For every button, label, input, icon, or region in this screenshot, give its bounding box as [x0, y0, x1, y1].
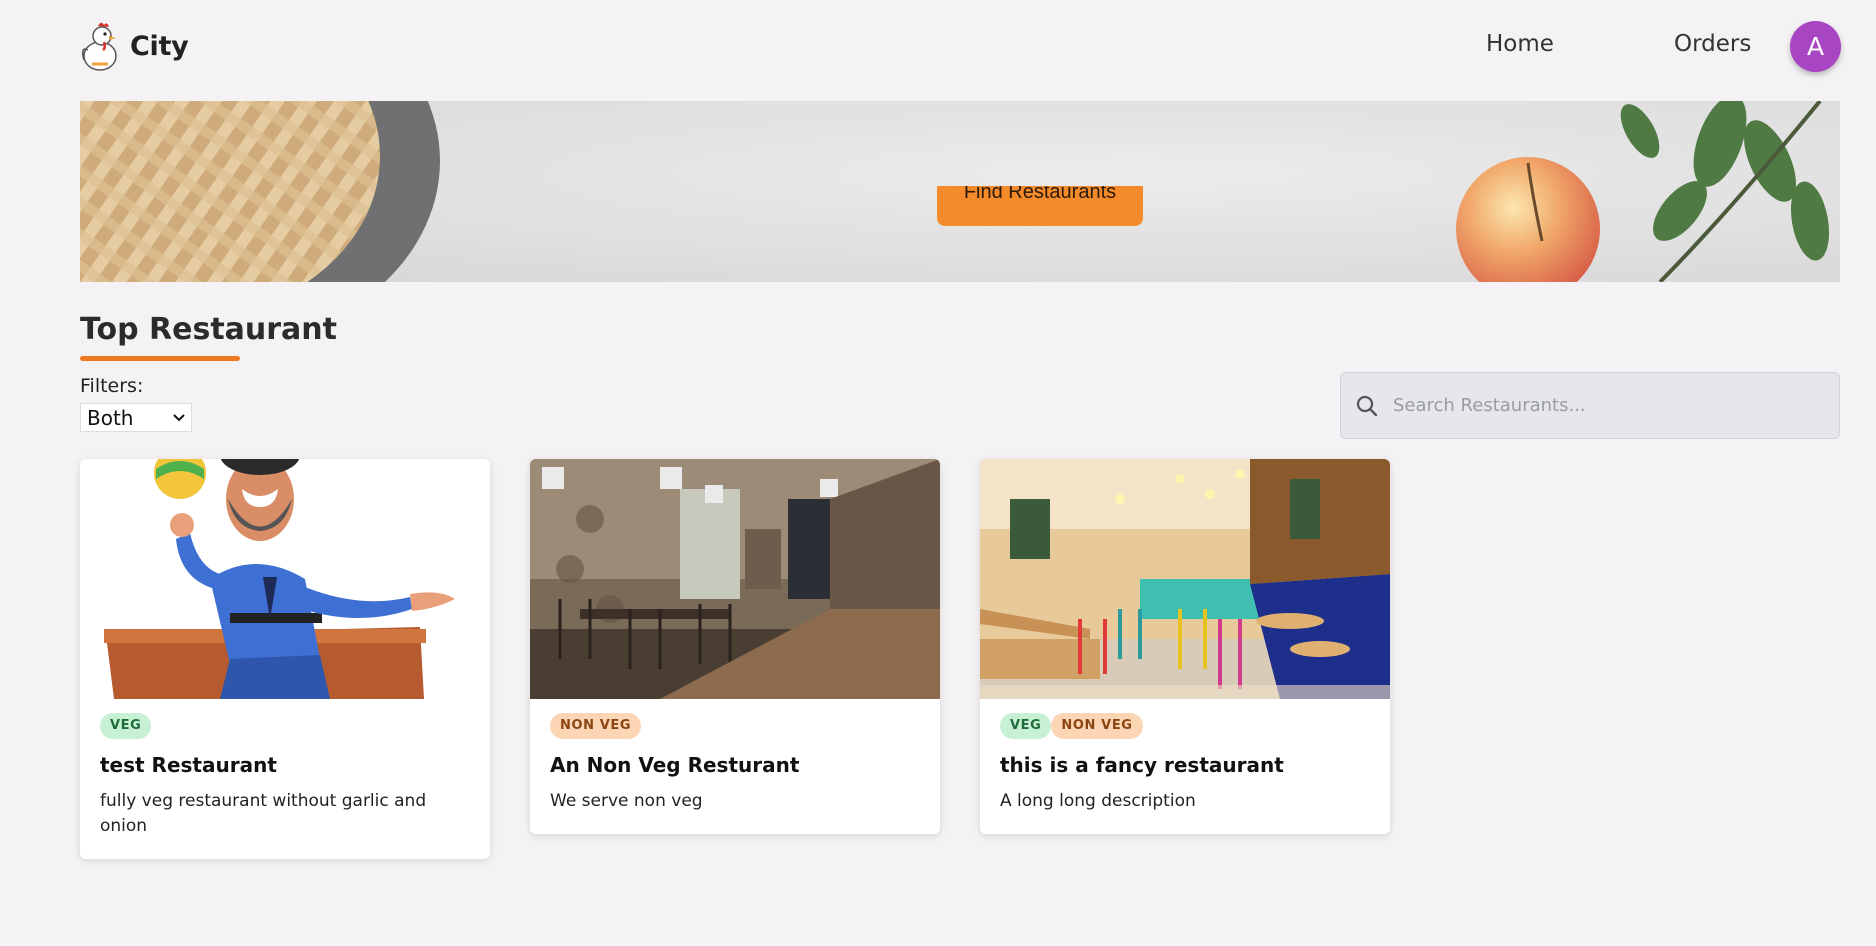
restaurant-card[interactable]: VEG NON VEG this is a fancy restaurant A… [980, 459, 1390, 834]
diet-tags: VEG NON VEG [1000, 713, 1370, 739]
app-name: City [130, 30, 189, 62]
restaurant-description: A long long description [1000, 791, 1196, 811]
non-veg-tag: NON VEG [550, 713, 642, 739]
chicken-mascot-icon [81, 22, 117, 71]
nav-orders-link[interactable]: Orders [1674, 31, 1751, 57]
filter-selected-value: Both [87, 405, 134, 430]
top-navbar: City Home Orders A [0, 0, 1876, 96]
chevron-down-icon [173, 413, 185, 421]
search-input[interactable] [1393, 395, 1813, 416]
restaurant-image [530, 459, 940, 699]
app-logo[interactable]: City [78, 20, 189, 72]
user-avatar[interactable]: A [1790, 21, 1841, 72]
diet-tags: NON VEG [550, 713, 920, 739]
section-title-underline [80, 356, 240, 361]
veg-tag: VEG [100, 713, 152, 739]
filters-label: Filters: [80, 375, 144, 397]
non-veg-tag: NON VEG [1051, 713, 1143, 739]
filter-select[interactable]: Both [80, 403, 192, 432]
restaurant-description: fully veg restaurant without garlic and … [100, 791, 427, 836]
restaurant-card[interactable]: VEG test Restaurant fully veg restaurant… [80, 459, 490, 859]
restaurant-name: An Non Veg Resturant [550, 753, 800, 777]
search-bar [1340, 372, 1840, 439]
restaurant-name: test Restaurant [100, 753, 277, 777]
restaurant-image [80, 459, 490, 699]
restaurant-name: this is a fancy restaurant [1000, 753, 1284, 777]
find-restaurants-label: Find Restaurants [963, 186, 1117, 203]
find-restaurants-button[interactable]: Find Restaurants [937, 186, 1143, 226]
search-icon [1356, 395, 1378, 416]
veg-tag: VEG [1000, 713, 1052, 739]
restaurant-description: We serve non veg [550, 791, 703, 811]
restaurant-card[interactable]: NON VEG An Non Veg Resturant We serve no… [530, 459, 940, 834]
diet-tags: VEG [100, 713, 470, 739]
nav-home-link[interactable]: Home [1486, 31, 1554, 57]
section-title: Top Restaurant [80, 312, 337, 347]
hero-banner: Find Restaurants [80, 101, 1840, 282]
restaurant-image [980, 459, 1390, 699]
